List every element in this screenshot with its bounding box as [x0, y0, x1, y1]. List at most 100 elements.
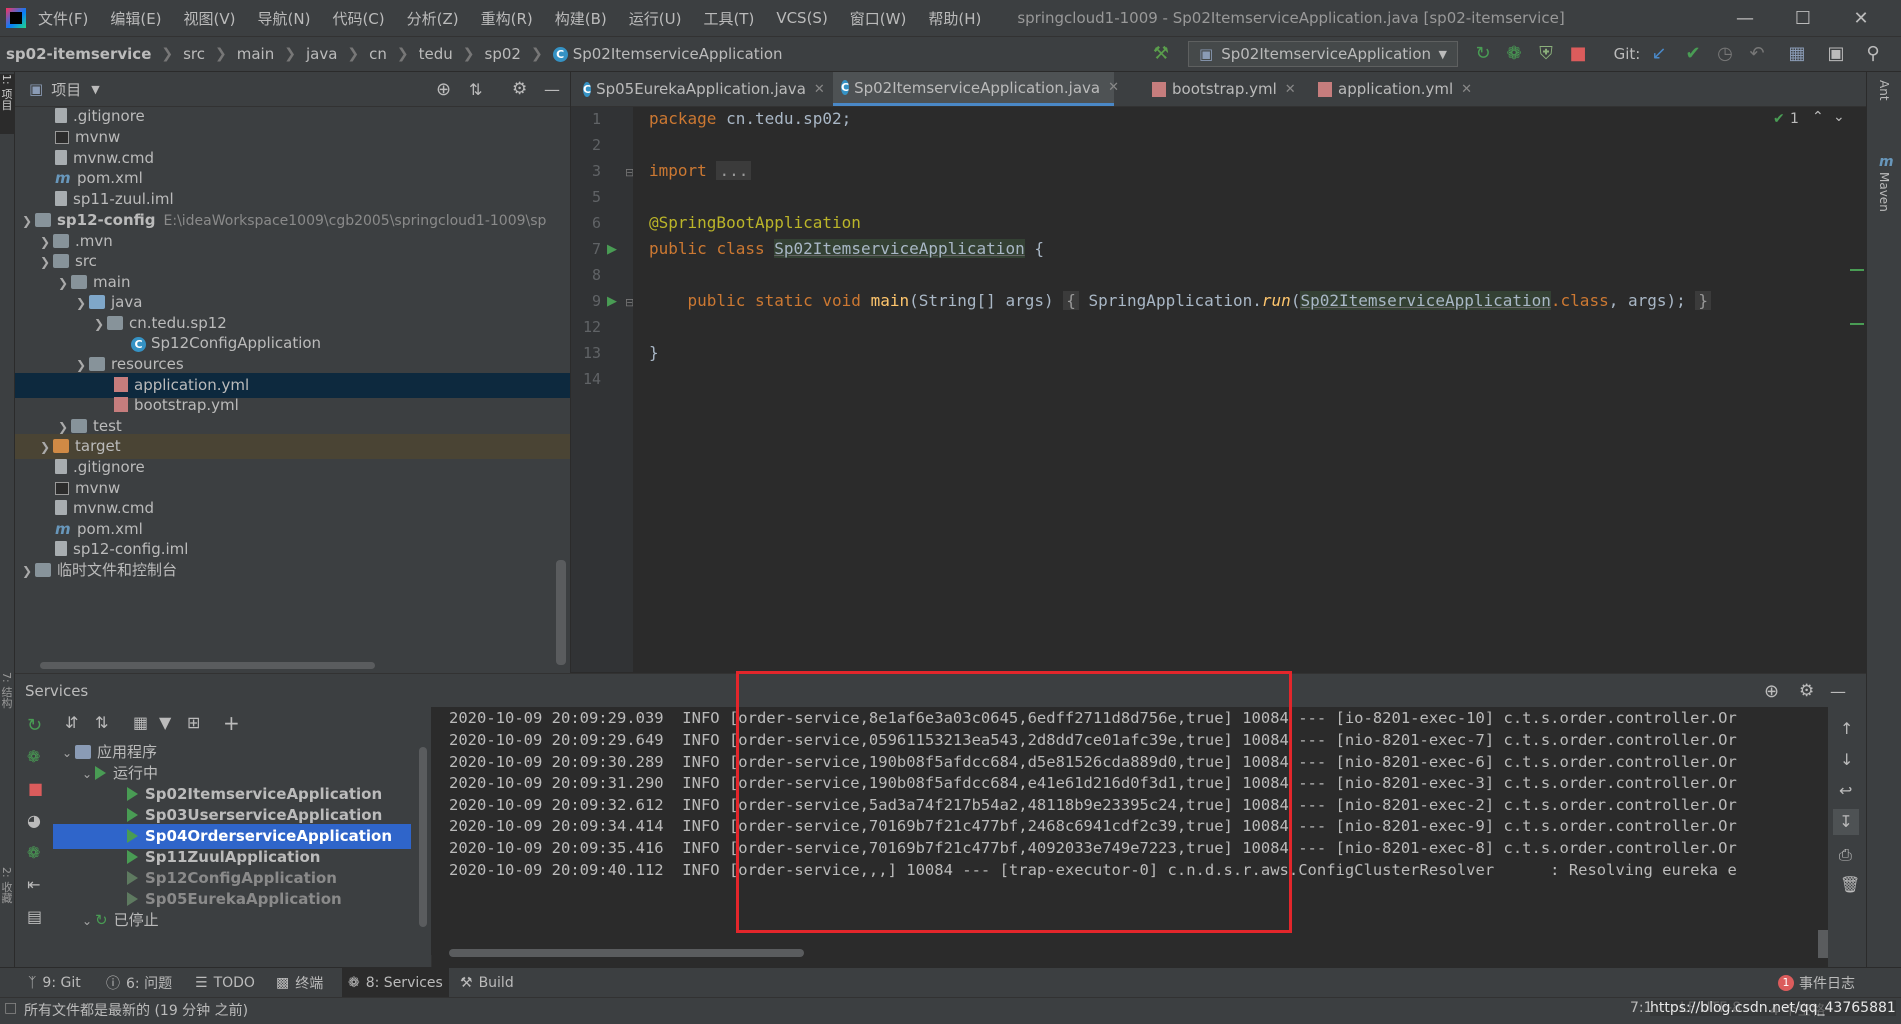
chevron-down-icon[interactable]: ⌄	[1833, 109, 1845, 125]
locate-target-icon[interactable]: ⊕	[436, 79, 451, 100]
breadcrumb-java[interactable]: java	[306, 45, 337, 63]
chevron-down-icon[interactable]: ⌄	[59, 741, 75, 766]
close-tab-icon[interactable]: ✕	[1285, 82, 1296, 97]
tab-problems[interactable]: ⓘ 6: 问题	[106, 968, 172, 998]
revert-icon[interactable]: ↶	[1746, 43, 1768, 65]
rerun-icon[interactable]: ↻	[1472, 43, 1494, 65]
console-vertical-scrollbar[interactable]	[1818, 930, 1828, 958]
debug-icon[interactable]: ❁	[27, 747, 40, 766]
services-tree-scrollbar[interactable]	[419, 747, 427, 927]
menu-help[interactable]: 帮助(H)	[928, 8, 981, 29]
tab-todo[interactable]: ☰ TODO	[195, 968, 255, 998]
hide-panel-icon[interactable]: —	[544, 80, 560, 99]
git-commit-icon[interactable]: ✔	[1682, 43, 1704, 65]
group-by-icon[interactable]: ▦	[133, 713, 148, 732]
minimize-icon[interactable]: —	[1717, 0, 1773, 36]
breadcrumb-module[interactable]: sp02-itemservice	[6, 45, 151, 63]
close-tab-icon[interactable]: ✕	[814, 82, 825, 97]
chevron-down-icon[interactable]: ❯	[91, 312, 107, 337]
breadcrumb-class[interactable]: Sp02ItemserviceApplication	[573, 45, 783, 63]
stop-icon[interactable]: ■	[1567, 43, 1589, 65]
debug-icon[interactable]: ❁	[1503, 43, 1525, 65]
inspection-ok-icon[interactable]: ✔	[1773, 111, 1785, 127]
close-tab-icon[interactable]: ✕	[1108, 80, 1119, 95]
menu-view[interactable]: 视图(V)	[184, 8, 236, 29]
ant-tab[interactable]: Ant	[1877, 80, 1891, 101]
close-window-icon[interactable]: ✕	[1833, 0, 1889, 36]
exit-icon[interactable]: ⇤	[27, 875, 40, 894]
tab-build[interactable]: ⚒ Build	[460, 968, 514, 998]
tool-window-project-tab[interactable]: 1: 项目	[0, 74, 14, 134]
tab-bootstrap-yml[interactable]: bootstrap.yml ✕	[1144, 72, 1309, 106]
maven-tab[interactable]: Maven	[1877, 172, 1891, 212]
breadcrumb-tedu[interactable]: tedu	[419, 45, 453, 63]
event-log-button[interactable]: 1 事件日志	[1778, 968, 1855, 998]
run-configuration-select[interactable]: ▣ Sp02ItemserviceApplication ▼	[1188, 41, 1458, 67]
menu-code[interactable]: 代码(C)	[332, 8, 384, 29]
menu-vcs[interactable]: VCS(S)	[776, 9, 827, 27]
project-horizontal-scrollbar[interactable]	[40, 662, 375, 669]
search-icon[interactable]: ⚲	[1862, 43, 1884, 65]
project-structure-icon[interactable]: ▦	[1786, 43, 1808, 65]
menu-refactor[interactable]: 重构(R)	[481, 8, 533, 29]
tab-git[interactable]: ᛉ 9: Git	[28, 968, 81, 998]
collapse-all-icon[interactable]: ⇅	[469, 80, 482, 99]
project-panel-title[interactable]: 项目	[51, 79, 81, 100]
coverage-icon[interactable]: ⛨	[1535, 43, 1557, 65]
menu-window[interactable]: 窗口(W)	[850, 8, 907, 29]
menu-analyze[interactable]: 分析(Z)	[407, 8, 459, 29]
presentation-icon[interactable]: ▣	[1825, 43, 1847, 65]
editor-scrollbar[interactable]	[1848, 107, 1866, 672]
services-group-stopped[interactable]: ⌄ ↻ 已停止	[79, 908, 159, 933]
folded-imports[interactable]: ...	[716, 161, 752, 180]
chevron-down-icon[interactable]: ❯	[55, 271, 71, 296]
tool-window-structure-tab[interactable]: 7: 结构	[0, 672, 14, 732]
menu-build[interactable]: 构建(B)	[555, 8, 607, 29]
chevron-right-icon[interactable]: ❯	[19, 559, 35, 584]
run-gutter-icon[interactable]: ▶	[607, 242, 617, 257]
breadcrumb-main[interactable]: main	[237, 45, 274, 63]
git-update-icon[interactable]: ↙	[1648, 43, 1670, 65]
hide-panel-icon[interactable]: —	[1830, 682, 1846, 701]
locate-target-icon[interactable]: ⊕	[1764, 681, 1779, 702]
rerun-icon[interactable]: ↻	[27, 715, 42, 736]
tab-terminal[interactable]: ▩ 终端	[276, 968, 323, 998]
stop-icon[interactable]: ■	[28, 779, 43, 798]
collapse-all-icon[interactable]: ⇅	[95, 713, 108, 732]
code-editor[interactable]: package cn.tedu.sp02; import ... @Spring…	[633, 107, 1848, 672]
menu-run[interactable]: 运行(U)	[629, 8, 682, 29]
chevron-down-icon[interactable]: ❯	[19, 209, 35, 234]
arrow-up-icon[interactable]: ↑	[1840, 719, 1853, 738]
breadcrumb-sp02[interactable]: sp02	[485, 45, 521, 63]
debug-attach-icon[interactable]: ❁	[27, 843, 40, 862]
menu-edit[interactable]: 编辑(E)	[110, 8, 161, 29]
new-tab-icon[interactable]: ⊞	[187, 713, 200, 732]
camera-icon[interactable]: ◕	[27, 811, 41, 830]
print-icon[interactable]: ⎙	[1839, 845, 1852, 865]
arrow-down-icon[interactable]: ↓	[1840, 750, 1853, 769]
soft-wrap-icon[interactable]: ↩	[1839, 781, 1852, 800]
menu-file[interactable]: 文件(F)	[38, 8, 88, 29]
tool-window-favorites-tab[interactable]: 2: 收藏	[0, 867, 14, 927]
status-panel-icon[interactable]: □	[4, 1000, 17, 1016]
chevron-down-icon[interactable]: ▼	[91, 83, 99, 96]
chevron-down-icon[interactable]: ❯	[37, 250, 53, 275]
add-service-icon[interactable]: +	[223, 711, 240, 735]
tree-file-selected[interactable]: application.yml	[15, 373, 570, 398]
history-icon[interactable]: ◷	[1714, 43, 1736, 65]
tab-sp05-eureka[interactable]: C Sp05EurekaApplication.java ✕	[575, 72, 827, 106]
tab-sp02-itemservice[interactable]: C Sp02ItemserviceApplication.java ✕	[833, 72, 1119, 106]
chevron-up-icon[interactable]: ⌃	[1812, 109, 1824, 125]
trash-icon[interactable]: 🗑	[1840, 875, 1860, 894]
tree-scratches[interactable]: ❯ 临时文件和控制台	[19, 558, 177, 583]
gear-icon[interactable]: ⚙	[1799, 681, 1814, 701]
chevron-down-icon[interactable]: ❯	[73, 291, 89, 316]
run-gutter-icon[interactable]: ▶	[607, 294, 617, 309]
chevron-right-icon[interactable]: ❯	[37, 435, 53, 460]
tab-services[interactable]: ❁ 8: Services	[342, 968, 449, 998]
scroll-to-end-icon[interactable]: ↧	[1833, 809, 1859, 835]
project-vertical-scrollbar[interactable]	[556, 560, 566, 665]
expand-all-icon[interactable]: ⇵	[65, 713, 78, 732]
layout-icon[interactable]: ▤	[27, 907, 42, 926]
chevron-down-icon[interactable]: ⌄	[79, 909, 95, 934]
